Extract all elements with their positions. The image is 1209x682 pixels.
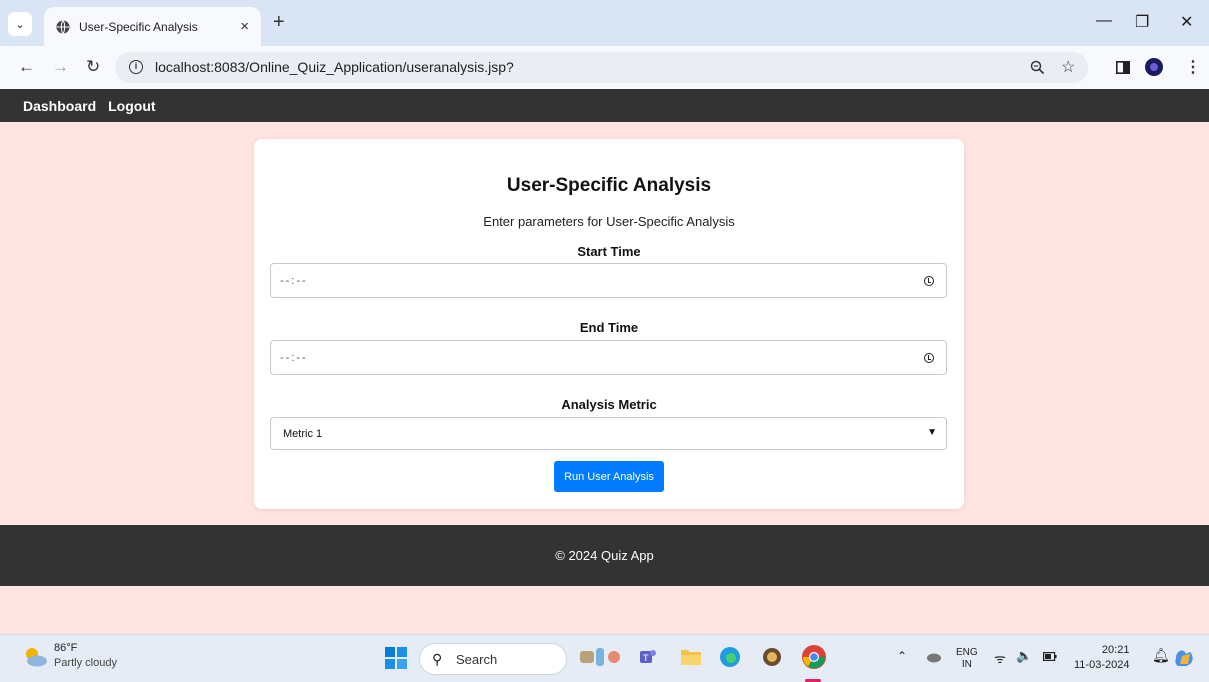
clock-icon[interactable]	[924, 353, 934, 363]
svg-text:T: T	[642, 654, 649, 664]
minimize-icon[interactable]: —	[1096, 12, 1112, 30]
search-icon: ⚲	[432, 651, 443, 667]
teams-icon[interactable]: T	[637, 647, 657, 667]
browser-tab[interactable]: User-Specific Analysis ×	[44, 7, 261, 46]
url-text: localhost:8083/Online_Quiz_Application/u…	[155, 59, 514, 75]
edge-icon[interactable]	[719, 646, 741, 668]
clock-icon[interactable]	[924, 276, 934, 286]
analysis-form-card: User-Specific Analysis Enter parameters …	[254, 139, 964, 509]
forward-icon[interactable]: →	[52, 57, 69, 77]
nav-dashboard-link[interactable]: Dashboard	[23, 98, 96, 114]
taskbar-search[interactable]: ⚲ Search	[419, 643, 567, 675]
restore-icon[interactable]: ❐	[1135, 12, 1149, 32]
weather-temperature: 86°F	[54, 642, 78, 654]
nav-logout-link[interactable]: Logout	[108, 98, 155, 114]
app-navbar: Dashboard Logout	[0, 89, 1209, 122]
onedrive-icon[interactable]	[926, 651, 942, 663]
start-time-label: Start Time	[577, 244, 641, 259]
zoom-icon[interactable]	[1030, 60, 1045, 75]
end-time-label: End Time	[579, 320, 639, 335]
address-bar[interactable]: i localhost:8083/Online_Quiz_Application…	[115, 52, 1088, 83]
back-icon[interactable]: ←	[18, 57, 35, 77]
site-info-icon[interactable]: i	[129, 60, 143, 74]
windows-start-icon[interactable]	[385, 647, 407, 669]
end-time-placeholder: --:--	[280, 352, 308, 364]
footer-text: © 2024 Quiz App	[555, 548, 654, 563]
run-user-analysis-button[interactable]: Run User Analysis	[554, 461, 664, 492]
language-code: ENG	[956, 647, 978, 658]
clock-date: 11-03-2024	[1074, 659, 1130, 671]
bookmark-star-icon[interactable]: ☆	[1061, 57, 1075, 77]
profile-avatar-icon[interactable]	[1145, 58, 1163, 76]
weather-description: Partly cloudy	[54, 657, 117, 669]
metric-selected-value: Metric 1	[283, 428, 323, 440]
chrome-icon[interactable]	[801, 644, 827, 670]
reload-icon[interactable]: ↻	[86, 57, 100, 77]
battery-icon[interactable]	[1043, 652, 1057, 661]
wifi-icon[interactable]: ᯤ	[994, 649, 1006, 667]
end-time-input[interactable]: --:--	[270, 340, 947, 375]
page-title: User-Specific Analysis	[506, 175, 712, 196]
copilot-icon[interactable]	[1172, 646, 1196, 670]
language-region: IN	[961, 659, 972, 670]
windows-taskbar: 86°F Partly cloudy ⚲ Search T ⌃ ENG IN ᯤ…	[0, 634, 1209, 682]
start-time-input[interactable]: --:--	[270, 263, 947, 298]
browser-tab-bar: ⌄ User-Specific Analysis × + — ❐ ✕	[0, 0, 1209, 46]
widgets-icon[interactable]	[578, 645, 624, 669]
taskbar-search-label: Search	[456, 652, 498, 667]
file-explorer-icon[interactable]	[680, 647, 702, 667]
form-subtitle: Enter parameters for User-Specific Analy…	[483, 214, 735, 229]
taskbar-clock[interactable]: 20:21 11-03-2024	[1074, 643, 1129, 673]
notification-bell-icon[interactable]: 🔔︎	[1152, 647, 1170, 664]
language-indicator[interactable]: ENG IN	[956, 647, 978, 671]
tab-search-button[interactable]: ⌄	[8, 12, 32, 36]
weather-icon[interactable]	[22, 645, 48, 669]
start-time-placeholder: --:--	[280, 275, 308, 287]
tab-title: User-Specific Analysis	[79, 19, 198, 34]
globe-icon	[56, 19, 70, 34]
close-window-icon[interactable]: ✕	[1180, 12, 1193, 32]
clock-time: 20:21	[1101, 644, 1130, 656]
analysis-metric-label: Analysis Metric	[561, 397, 657, 412]
chevron-up-icon[interactable]: ⌃	[897, 649, 907, 663]
browser-menu-icon[interactable]: ⋮	[1185, 57, 1201, 77]
app-icon[interactable]	[761, 646, 783, 668]
volume-icon[interactable]: 🔈	[1016, 648, 1032, 664]
tab-close-icon[interactable]: ×	[240, 18, 249, 35]
page-footer: © 2024 Quiz App	[0, 525, 1209, 586]
chevron-down-icon: ▼	[927, 427, 937, 438]
side-panel-icon[interactable]	[1116, 61, 1130, 74]
analysis-metric-select[interactable]: Metric 1 ▼	[270, 417, 947, 450]
browser-toolbar: ← → ↻ i localhost:8083/Online_Quiz_Appli…	[0, 46, 1209, 89]
new-tab-button[interactable]: +	[273, 12, 285, 32]
